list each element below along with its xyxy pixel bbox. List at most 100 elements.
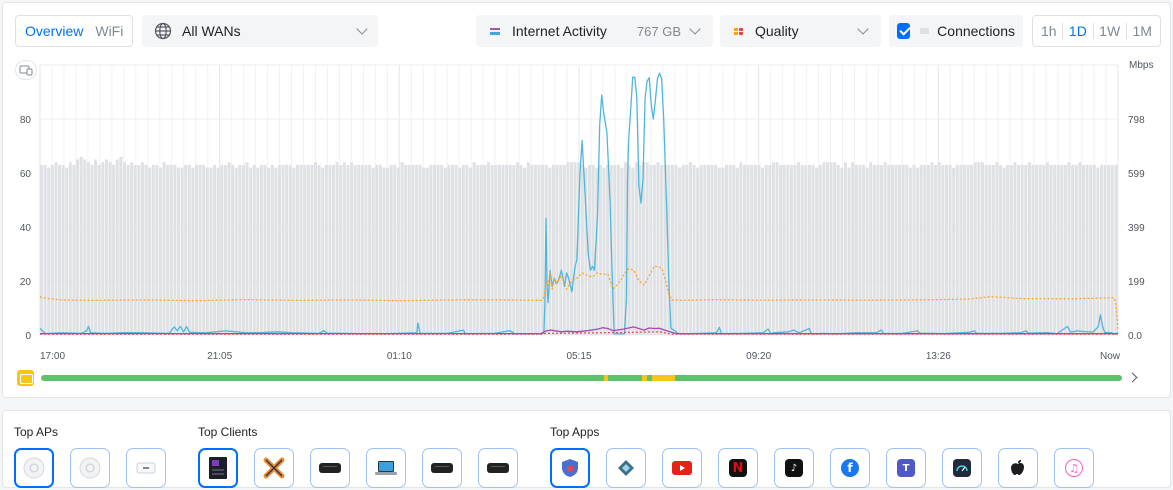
connections-bar xyxy=(76,159,80,335)
connections-bar xyxy=(901,164,905,335)
connections-bar xyxy=(342,162,346,335)
x-tick-label: 09:20 xyxy=(746,351,771,362)
connections-bar xyxy=(407,164,411,335)
connections-bar xyxy=(732,164,736,335)
connections-bar xyxy=(277,164,281,335)
connections-bar xyxy=(295,164,299,335)
connections-bar xyxy=(494,164,498,335)
connections-bar xyxy=(396,167,400,335)
connections-bar xyxy=(187,164,191,335)
connections-bar xyxy=(548,167,552,335)
connections-bar xyxy=(288,164,292,335)
connections-bar xyxy=(487,162,491,335)
connections-bar xyxy=(155,164,159,335)
top-client-3[interactable] xyxy=(310,448,350,488)
connections-bar xyxy=(425,167,429,335)
top-ap-3[interactable] xyxy=(126,448,166,488)
connections-bar xyxy=(1027,162,1031,335)
top-app-vpn[interactable] xyxy=(550,448,590,488)
connections-bar xyxy=(191,167,195,335)
connections-bar xyxy=(930,162,934,335)
connections-bar xyxy=(533,164,537,335)
connections-bar xyxy=(314,162,318,335)
connections-bar xyxy=(688,162,692,335)
netflix-icon: N xyxy=(729,459,747,477)
connections-bar xyxy=(306,164,310,335)
top-app-2[interactable] xyxy=(606,448,646,488)
connections-bar xyxy=(375,164,379,335)
top-app-youtube[interactable] xyxy=(662,448,702,488)
connections-bar xyxy=(1020,164,1024,335)
quality-warning-segment xyxy=(604,375,609,381)
wall-access-point-icon xyxy=(135,457,157,479)
connections-bar xyxy=(743,164,747,335)
connections-bar xyxy=(285,164,289,335)
connections-bar xyxy=(497,164,501,335)
connections-bar xyxy=(465,164,469,335)
connections-bar xyxy=(50,164,54,335)
top-client-6[interactable] xyxy=(478,448,518,488)
connections-bar xyxy=(303,164,307,335)
top-client-2[interactable] xyxy=(254,448,294,488)
chart-device-toggle[interactable] xyxy=(15,60,37,80)
connections-bar xyxy=(660,164,664,335)
connections-bar xyxy=(916,167,920,335)
connections-bar xyxy=(515,162,519,335)
top-app-teams[interactable]: T xyxy=(886,448,926,488)
connections-bar xyxy=(476,164,480,335)
top-app-apple[interactable] xyxy=(998,448,1038,488)
connections-bar xyxy=(83,159,87,335)
connections-bar xyxy=(825,162,829,335)
top-ap-2[interactable] xyxy=(70,448,110,488)
top-client-1[interactable] xyxy=(198,448,238,488)
connections-bar xyxy=(706,164,710,335)
y-right-tick-label: 199 xyxy=(1128,277,1145,288)
quality-timeline-bar[interactable] xyxy=(41,375,1122,381)
connections-bar xyxy=(634,162,638,335)
connections-bar xyxy=(894,164,898,335)
connections-bar xyxy=(771,162,775,335)
connections-bar xyxy=(717,167,721,335)
connections-bar xyxy=(328,164,332,335)
connections-bar xyxy=(490,164,494,335)
connections-bar xyxy=(988,164,992,335)
connections-bar xyxy=(166,164,170,335)
x-tick-label: 05:15 xyxy=(566,351,591,362)
top-ap-1[interactable] xyxy=(14,448,54,488)
connections-bar xyxy=(104,159,108,335)
connections-bar xyxy=(86,162,90,335)
top-apps-title: Top Apps xyxy=(550,425,600,439)
connections-bar xyxy=(851,162,855,335)
connections-bar xyxy=(602,167,606,335)
access-point-icon xyxy=(79,457,101,479)
quality-warning-segment xyxy=(641,375,647,381)
connections-bar xyxy=(205,167,209,335)
connections-bar xyxy=(955,164,959,335)
connections-bar xyxy=(919,164,923,335)
top-app-speedtest[interactable] xyxy=(942,448,982,488)
connections-bar xyxy=(274,167,278,335)
top-client-5[interactable] xyxy=(422,448,462,488)
connections-bar xyxy=(252,164,256,335)
connections-bar xyxy=(259,164,263,335)
connections-bar xyxy=(1060,164,1064,335)
connections-bar xyxy=(119,156,123,335)
connections-bar xyxy=(68,162,72,335)
connections-bar xyxy=(371,167,375,335)
top-app-tiktok[interactable]: ♪ xyxy=(774,448,814,488)
top-app-facebook[interactable]: f xyxy=(830,448,870,488)
connections-bar xyxy=(725,164,729,335)
media-device-icon xyxy=(430,461,454,475)
connections-bar xyxy=(970,164,974,335)
connections-bar xyxy=(429,164,433,335)
connections-bar xyxy=(822,162,826,335)
connections-bar xyxy=(948,164,952,335)
top-app-itunes[interactable]: ♫ xyxy=(1054,448,1094,488)
connections-bar xyxy=(620,167,624,335)
connections-bar xyxy=(1017,164,1021,335)
top-client-4[interactable] xyxy=(366,448,406,488)
top-app-netflix[interactable]: N xyxy=(718,448,758,488)
connections-bar xyxy=(43,164,47,335)
connections-bar xyxy=(213,164,217,335)
connections-bar xyxy=(256,167,260,335)
